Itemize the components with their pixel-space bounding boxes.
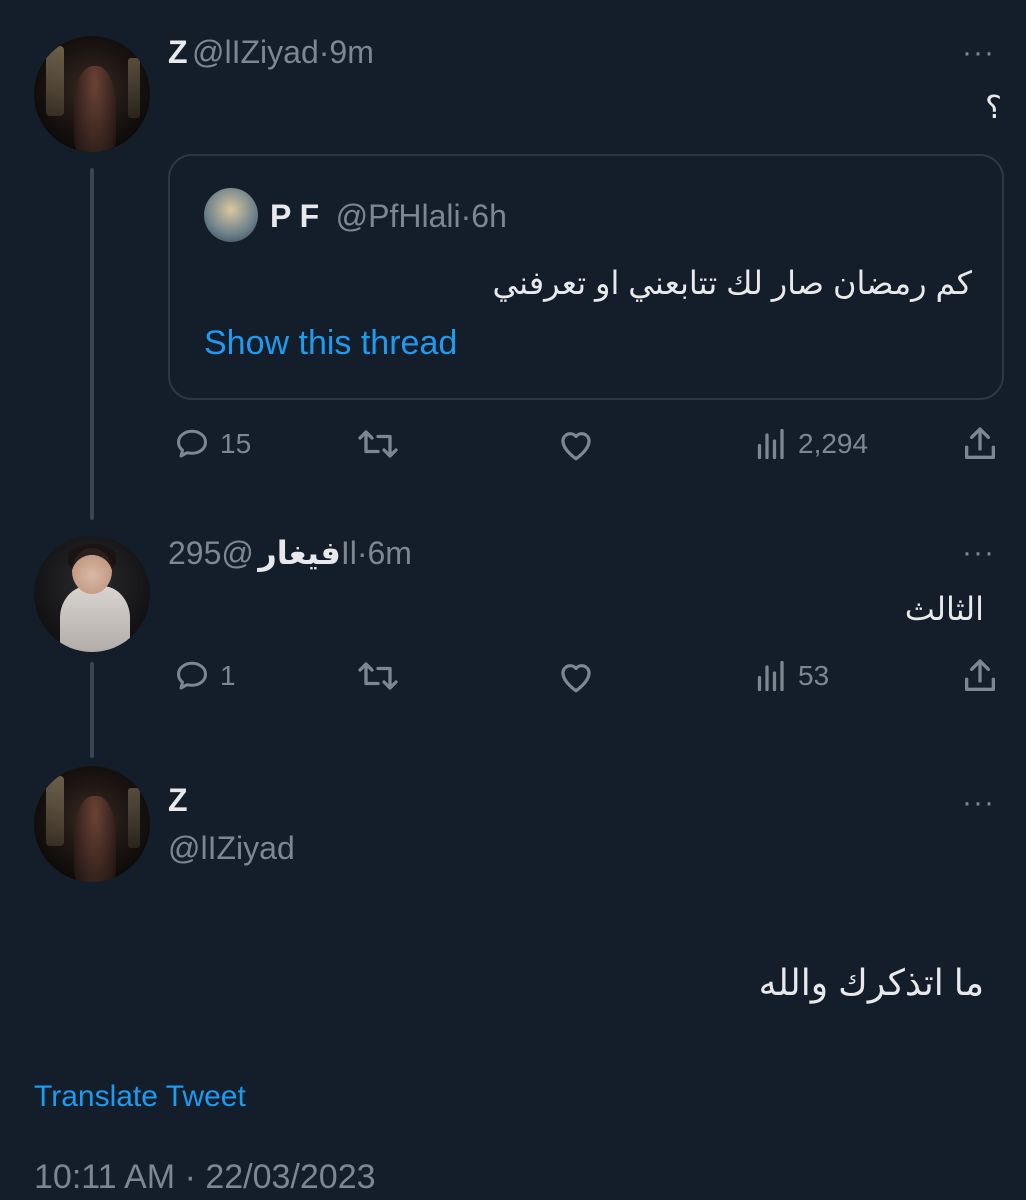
thread-line xyxy=(90,662,94,758)
views-icon xyxy=(757,428,784,460)
display-name[interactable]: Z xyxy=(168,782,188,819)
share-icon xyxy=(965,659,995,691)
quoted-tweet[interactable]: P F @PfHlali·6h كم رمضان صار لك تتابعني … xyxy=(168,154,1004,400)
share-button[interactable] xyxy=(960,424,1000,464)
like-button[interactable] xyxy=(556,658,596,694)
tweet-text: ما اتذكرك والله xyxy=(758,962,984,1003)
handle[interactable]: @lIZiyad xyxy=(168,830,295,867)
reply-button[interactable]: 15 xyxy=(174,426,251,462)
avatar[interactable] xyxy=(34,36,150,152)
handle[interactable]: @lIZiyad xyxy=(192,34,319,70)
reply-icon xyxy=(177,661,207,690)
views-button[interactable]: 53 xyxy=(752,658,829,694)
tweet-time[interactable]: 6m xyxy=(368,535,412,571)
tweet-text: ؟ xyxy=(985,89,1002,125)
display-name[interactable]: Z xyxy=(168,34,188,70)
more-icon[interactable]: ··· xyxy=(962,538,995,568)
tweet-header: Z @lIZiyad·9m xyxy=(168,34,374,71)
more-icon[interactable]: ··· xyxy=(962,38,995,68)
like-icon xyxy=(561,432,591,461)
quote-text: كم رمضان صار لك تتابعني او تعرفني xyxy=(492,265,972,301)
reply-icon xyxy=(177,429,207,458)
more-icon[interactable]: ··· xyxy=(962,788,995,818)
retweet-icon xyxy=(358,430,398,458)
share-button[interactable] xyxy=(960,656,1000,696)
separator: · xyxy=(460,198,472,234)
translate-link[interactable]: Translate Tweet xyxy=(34,1080,246,1114)
tweet-text: الثالث xyxy=(904,591,984,627)
show-thread-link[interactable]: Show this thread xyxy=(204,324,457,363)
quote-time: 6h xyxy=(471,198,507,234)
display-name[interactable]: فيغار xyxy=(258,535,341,571)
avatar[interactable] xyxy=(34,536,150,652)
avatar[interactable] xyxy=(34,766,150,882)
views-button[interactable]: 2,294 xyxy=(752,426,868,462)
tweet-timestamp[interactable]: 10:11 AM · 22/03/2023 xyxy=(34,1158,376,1197)
like-button[interactable] xyxy=(556,426,596,462)
quote-header: P F @PfHlali·6h xyxy=(270,198,507,235)
tweet-header: فيغار @295Il·6m xyxy=(168,534,412,572)
retweet-button[interactable] xyxy=(356,426,400,462)
quote-avatar xyxy=(204,188,258,242)
retweet-button[interactable] xyxy=(356,658,400,694)
quote-handle: @PfHlali xyxy=(335,198,461,234)
reply-button[interactable]: 1 xyxy=(174,658,236,694)
views-count: 2,294 xyxy=(798,428,869,459)
separator: · xyxy=(318,34,330,70)
like-icon xyxy=(561,664,591,693)
tweet-time[interactable]: 9m xyxy=(329,34,373,70)
share-icon xyxy=(965,427,995,459)
retweet-icon xyxy=(358,662,398,690)
reply-count: 1 xyxy=(220,660,236,691)
separator: · xyxy=(356,535,368,571)
views-count: 53 xyxy=(798,660,830,691)
views-icon xyxy=(757,660,784,692)
thread-line xyxy=(90,168,94,520)
quote-display-name: P F xyxy=(270,198,320,234)
reply-count: 15 xyxy=(220,428,252,459)
